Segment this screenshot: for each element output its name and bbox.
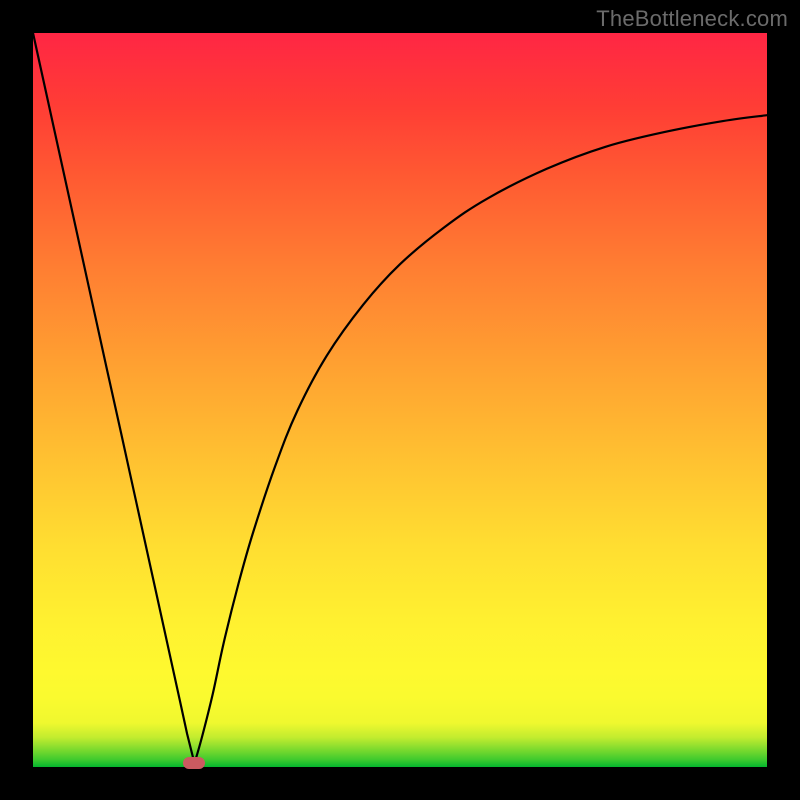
plot-area: [33, 33, 767, 767]
watermark-text: TheBottleneck.com: [596, 6, 788, 32]
bottleneck-curve: [33, 33, 767, 767]
curve-left-branch: [33, 33, 194, 763]
bottleneck-marker: [183, 757, 205, 769]
curve-right-branch: [194, 115, 767, 763]
chart-canvas: TheBottleneck.com: [0, 0, 800, 800]
